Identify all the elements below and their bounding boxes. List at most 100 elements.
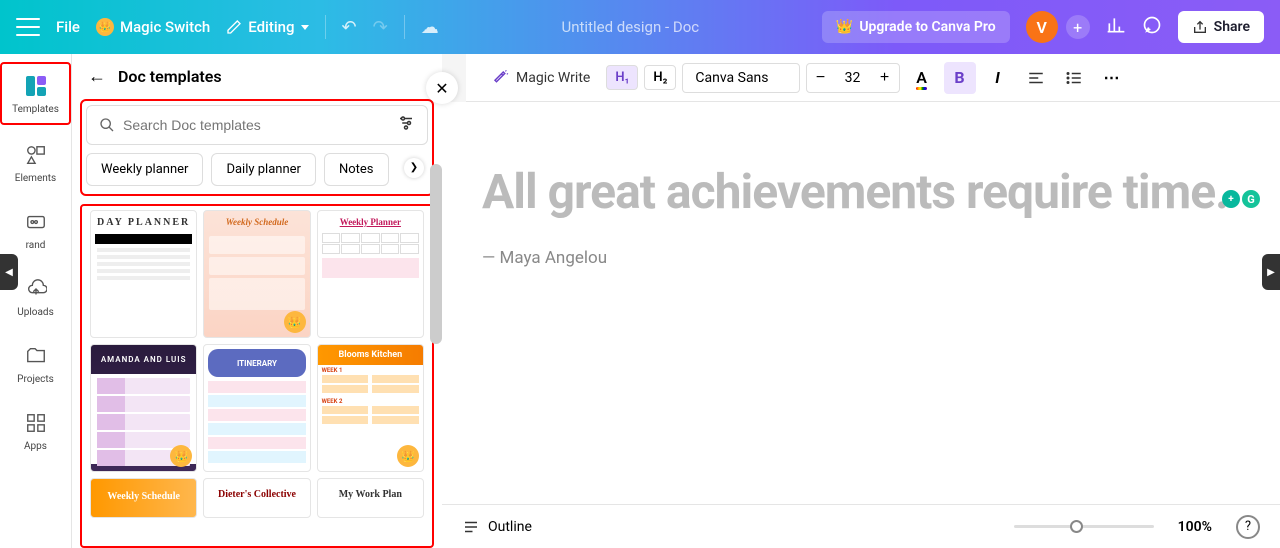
- sidebar-item-elements[interactable]: Elements: [0, 133, 71, 192]
- template-card[interactable]: Weekly Schedule 👑: [203, 210, 310, 338]
- apps-label: Apps: [24, 441, 47, 452]
- filter-icon[interactable]: [397, 114, 415, 136]
- search-icon: [99, 117, 115, 133]
- align-button[interactable]: [1020, 62, 1052, 94]
- assist-badge-icon[interactable]: +: [1222, 190, 1240, 208]
- document-title[interactable]: Untitled design - Doc: [455, 18, 806, 36]
- upgrade-button[interactable]: 👑 Upgrade to Canva Pro: [822, 11, 1010, 43]
- font-size-control: − 32 +: [806, 63, 900, 93]
- zoom-value[interactable]: 100%: [1178, 519, 1212, 535]
- panel-title: Doc templates: [118, 67, 222, 86]
- zoom-slider[interactable]: [1014, 525, 1154, 528]
- apps-icon: [22, 409, 50, 437]
- template-card[interactable]: Weekly Schedule: [90, 478, 197, 518]
- divider: [325, 15, 326, 39]
- projects-icon: [22, 342, 50, 370]
- magic-write-label: Magic Write: [516, 70, 590, 86]
- chip-scroll-right[interactable]: ❯: [404, 158, 424, 178]
- brand-icon: [22, 208, 50, 236]
- template-title: ITINERARY: [208, 349, 305, 377]
- crown-icon: 👑: [96, 18, 114, 36]
- template-title: My Work Plan: [318, 479, 423, 506]
- divider: [404, 15, 405, 39]
- magic-write-button[interactable]: Magic Write: [482, 63, 600, 93]
- uploads-label: Uploads: [17, 307, 53, 318]
- template-title: Weekly Schedule: [204, 211, 309, 233]
- collapse-rail-button[interactable]: ◀: [0, 254, 18, 290]
- heading-2-button[interactable]: H₂: [644, 65, 676, 90]
- file-menu[interactable]: File: [56, 18, 80, 36]
- templates-grid-highlight: DAY PLANNER Weekly Schedule 👑 Weekly Pla…: [80, 204, 434, 548]
- search-section-highlight: Weekly planner Daily planner Notes ❯: [80, 99, 434, 196]
- share-button[interactable]: Share: [1178, 11, 1264, 43]
- slider-thumb[interactable]: [1070, 520, 1083, 533]
- redo-button[interactable]: ↷: [373, 17, 388, 38]
- chip-weekly-planner[interactable]: Weekly planner: [86, 153, 203, 186]
- templates-label: Templates: [12, 104, 59, 115]
- magic-switch-button[interactable]: 👑 Magic Switch: [96, 18, 210, 36]
- heading-1-button[interactable]: H₁: [606, 65, 638, 90]
- template-card[interactable]: Dieter's Collective: [203, 478, 310, 518]
- uploads-icon: [22, 275, 50, 303]
- search-input[interactable]: [123, 117, 389, 133]
- undo-button[interactable]: ↶: [342, 17, 357, 38]
- magic-wand-icon: [492, 69, 510, 87]
- template-title: DAY PLANNER: [91, 211, 196, 234]
- bold-button[interactable]: B: [944, 62, 976, 94]
- font-size-value[interactable]: 32: [835, 70, 871, 86]
- pencil-icon: [226, 19, 242, 35]
- comments-button[interactable]: [1142, 15, 1162, 40]
- sidebar-item-brand[interactable]: rand: [0, 200, 71, 259]
- more-options-button[interactable]: ⋯: [1096, 62, 1128, 94]
- outline-button[interactable]: Outline: [462, 518, 532, 536]
- help-button[interactable]: ?: [1236, 515, 1260, 539]
- panel-back-button[interactable]: ←: [88, 66, 106, 87]
- sidebar-item-templates[interactable]: Templates: [0, 62, 71, 125]
- cloud-sync-icon[interactable]: ☁: [421, 17, 439, 38]
- template-card[interactable]: Blooms Kitchen WEEK 1 WEEK 2 👑: [317, 344, 424, 472]
- analytics-button[interactable]: [1106, 15, 1126, 40]
- share-icon: [1192, 19, 1208, 35]
- font-size-increase[interactable]: +: [871, 64, 899, 92]
- template-title: Weekly Schedule: [91, 479, 196, 508]
- outline-icon: [462, 518, 480, 536]
- grammarly-badge-icon[interactable]: G: [1242, 190, 1260, 208]
- panel-scrollbar[interactable]: [430, 164, 442, 344]
- share-label: Share: [1214, 19, 1250, 35]
- templates-icon: [22, 72, 50, 100]
- list-button[interactable]: [1058, 62, 1090, 94]
- chip-notes[interactable]: Notes: [324, 153, 389, 186]
- font-selector[interactable]: Canva Sans: [682, 63, 799, 93]
- template-card[interactable]: ITINERARY: [203, 344, 310, 472]
- template-title: Weekly Planner: [318, 211, 423, 233]
- add-member-button[interactable]: +: [1066, 15, 1090, 39]
- template-card[interactable]: DAY PLANNER: [90, 210, 197, 338]
- font-size-decrease[interactable]: −: [807, 64, 835, 92]
- italic-button[interactable]: I: [982, 62, 1014, 94]
- premium-badge-icon: 👑: [397, 445, 419, 467]
- chip-daily-planner[interactable]: Daily planner: [211, 153, 316, 186]
- elements-label: Elements: [15, 173, 56, 184]
- template-title: AMANDA AND LUIS: [91, 345, 196, 374]
- template-title: Dieter's Collective: [204, 479, 309, 506]
- template-card[interactable]: AMANDA AND LUIS 👑: [90, 344, 197, 472]
- menu-icon[interactable]: [16, 18, 40, 36]
- outline-label: Outline: [488, 519, 532, 535]
- user-avatar[interactable]: V: [1026, 11, 1058, 43]
- template-card[interactable]: Weekly Planner: [317, 210, 424, 338]
- document-placeholder-quote[interactable]: All great achievements require time.: [482, 162, 1240, 222]
- search-box[interactable]: [86, 105, 428, 145]
- editing-label: Editing: [248, 18, 294, 36]
- editing-mode-button[interactable]: Editing: [226, 18, 308, 36]
- premium-badge-icon: 👑: [284, 311, 306, 333]
- document-placeholder-author: — Maya Angelou: [482, 248, 1240, 268]
- template-card[interactable]: My Work Plan: [317, 478, 424, 518]
- brand-label: rand: [26, 240, 46, 251]
- text-color-button[interactable]: A: [906, 62, 938, 94]
- close-panel-button[interactable]: ✕: [426, 72, 458, 104]
- expand-right-button[interactable]: ▶: [1262, 254, 1280, 290]
- sidebar-item-apps[interactable]: Apps: [0, 401, 71, 460]
- crown-icon: 👑: [836, 19, 853, 35]
- elements-icon: [22, 141, 50, 169]
- sidebar-item-projects[interactable]: Projects: [0, 334, 71, 393]
